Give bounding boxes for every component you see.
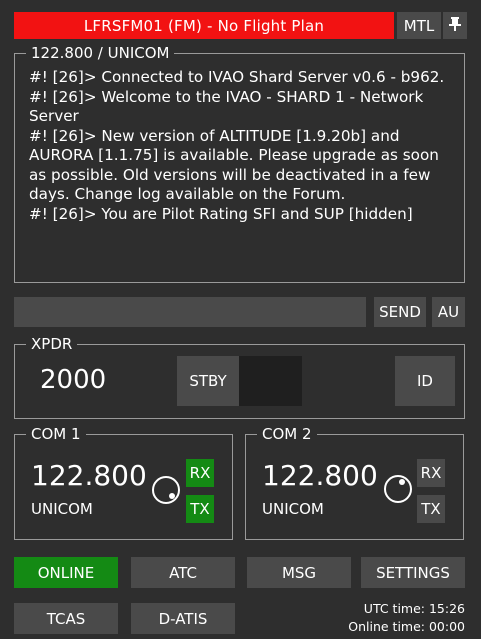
msg-button[interactable]: MSG — [247, 557, 351, 588]
chat-input[interactable] — [14, 297, 366, 327]
utc-time: UTC time: 15:26 — [363, 601, 465, 616]
xpdr-panel-title: XPDR — [26, 335, 78, 353]
send-button[interactable]: SEND — [374, 297, 426, 327]
tcas-button[interactable]: TCAS — [14, 603, 118, 634]
com2-rx-button[interactable]: RX — [417, 459, 445, 487]
message-line: #! [26]> Welcome to the IVAO - SHARD 1 -… — [29, 87, 424, 126]
com1-title: COM 1 — [26, 425, 86, 443]
message-line: #! [26]> New version of ALTITUDE [1.9.20… — [29, 126, 439, 204]
com1-volume-knob[interactable] — [152, 476, 180, 504]
mtl-button[interactable]: MTL — [397, 12, 441, 39]
pin-button[interactable] — [443, 12, 467, 39]
com2-volume-knob[interactable] — [384, 475, 412, 503]
online-button[interactable]: ONLINE — [14, 557, 118, 588]
message-line: #! [26]> You are Pilot Rating SFI and SU… — [29, 204, 413, 223]
com2-title: COM 2 — [257, 425, 317, 443]
com2-station: UNICOM — [262, 500, 324, 518]
message-panel: 122.800 / UNICOM #! [26]> Connected to I… — [14, 44, 465, 283]
settings-button[interactable]: SETTINGS — [361, 557, 465, 588]
knob-indicator — [399, 479, 405, 485]
knob-indicator — [169, 493, 175, 499]
message-panel-title: 122.800 / UNICOM — [26, 44, 175, 62]
au-button[interactable]: AU — [432, 297, 465, 327]
online-time: Online time: 00:00 — [348, 619, 465, 634]
datis-button[interactable]: D-ATIS — [131, 603, 235, 634]
atc-button[interactable]: ATC — [131, 557, 235, 588]
com2-panel: COM 2 122.800 UNICOM RX TX — [245, 425, 464, 540]
com1-panel: COM 1 122.800 UNICOM RX TX — [14, 425, 233, 540]
pin-icon — [448, 16, 462, 36]
com2-frequency[interactable]: 122.800 — [262, 459, 378, 492]
com1-rx-button[interactable]: RX — [186, 459, 214, 487]
message-line: #! [26]> Connected to IVAO Shard Server … — [29, 68, 445, 86]
xpdr-mode-toggle[interactable] — [239, 356, 302, 406]
com1-station: UNICOM — [31, 500, 93, 518]
xpdr-code[interactable]: 2000 — [40, 365, 106, 395]
com1-frequency[interactable]: 122.800 — [31, 459, 147, 492]
callsign-status-bar: LFRSFM01 (FM) - No Flight Plan — [14, 12, 394, 39]
com1-tx-button[interactable]: TX — [186, 495, 214, 523]
message-log: #! [26]> Connected to IVAO Shard Server … — [29, 68, 449, 224]
com2-tx-button[interactable]: TX — [417, 495, 445, 523]
stby-button[interactable]: STBY — [177, 356, 239, 406]
ident-button[interactable]: ID — [395, 356, 455, 406]
